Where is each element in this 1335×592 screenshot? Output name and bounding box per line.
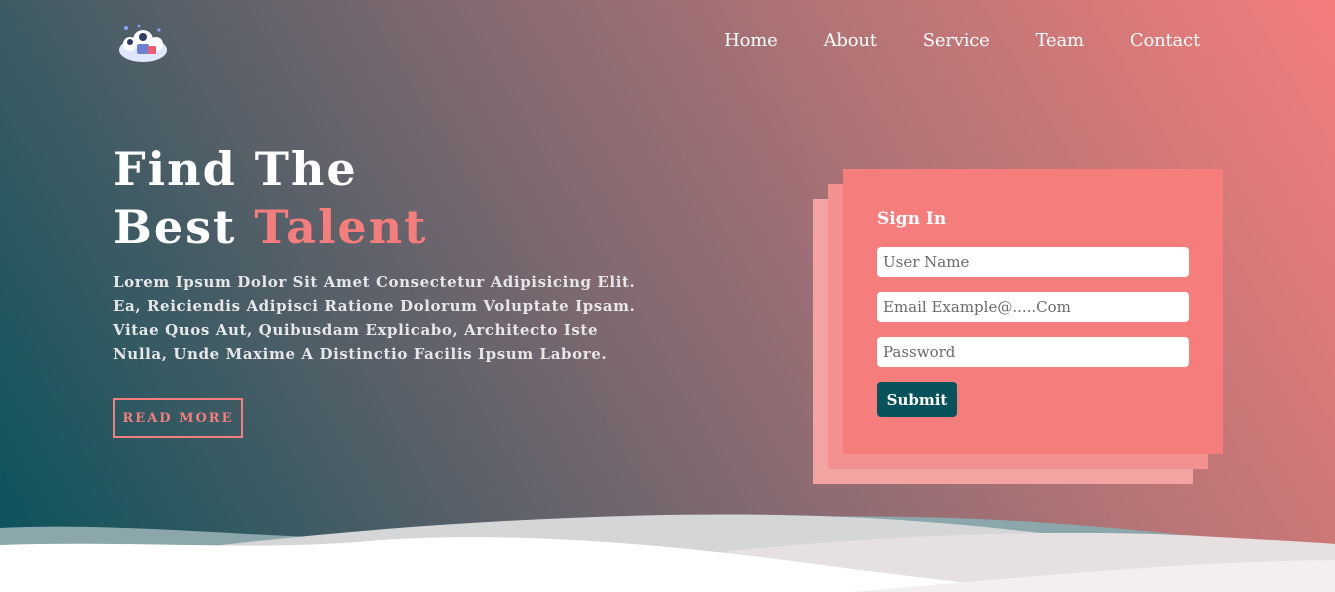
read-more-button[interactable]: READ MORE: [113, 398, 243, 438]
main-nav: Home About Service Team Contact: [724, 30, 1200, 51]
password-input[interactable]: [877, 337, 1189, 367]
hero-title-accent: Talent: [254, 200, 428, 254]
nav-service-link[interactable]: Service: [923, 30, 990, 51]
hero-description: Lorem Ipsum Dolor Sit Amet Consectetur A…: [113, 273, 636, 363]
nav-team-link[interactable]: Team: [1036, 30, 1084, 51]
hero-title-line1: Find The: [113, 142, 358, 196]
bottom-wave-decoration: [0, 514, 1335, 592]
nav-contact-link[interactable]: Contact: [1130, 30, 1200, 51]
logo[interactable]: [117, 22, 169, 62]
nav-home-link[interactable]: Home: [724, 30, 778, 51]
username-input[interactable]: [877, 247, 1189, 277]
team-illustration-logo-icon: [119, 24, 167, 62]
hero-title-line2-plain: Best: [113, 200, 255, 254]
submit-button[interactable]: Submit: [877, 382, 957, 417]
signin-card: Sign In Submit: [843, 169, 1223, 454]
nav-about-link[interactable]: About: [824, 30, 877, 51]
signin-title: Sign In: [877, 209, 947, 229]
email-input[interactable]: [877, 292, 1189, 322]
hero-title: Find The Best Talent: [113, 140, 427, 256]
